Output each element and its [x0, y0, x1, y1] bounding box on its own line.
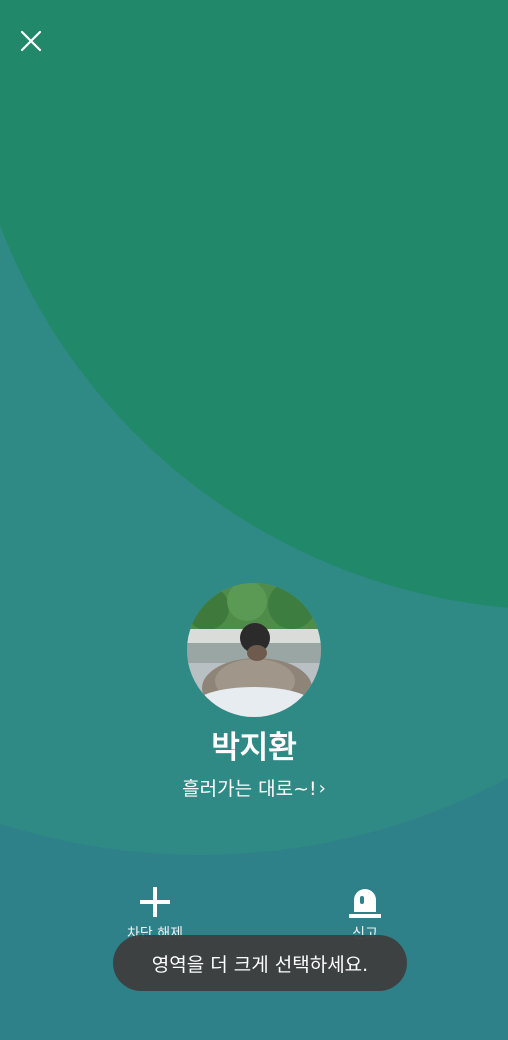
plus-icon	[140, 887, 170, 917]
avatar[interactable]	[187, 583, 321, 717]
profile-section: 박지환 흘러가는 대로~! ›	[0, 583, 508, 803]
profile-screen: 박지환 흘러가는 대로~! › 차단 해제 신고 영역을 더 크게 선택하세요.	[0, 0, 508, 1040]
status-message: 흘러가는 대로~!	[182, 778, 317, 800]
avatar-photo	[187, 583, 321, 717]
close-icon	[20, 30, 42, 52]
profile-name: 박지환	[211, 730, 297, 766]
close-button[interactable]	[12, 22, 50, 60]
toast-message: 영역을 더 크게 선택하세요.	[113, 935, 407, 991]
chevron-right-icon: ›	[318, 778, 326, 799]
siren-icon	[349, 889, 381, 918]
status-message-link[interactable]: 흘러가는 대로~! ›	[182, 775, 326, 803]
